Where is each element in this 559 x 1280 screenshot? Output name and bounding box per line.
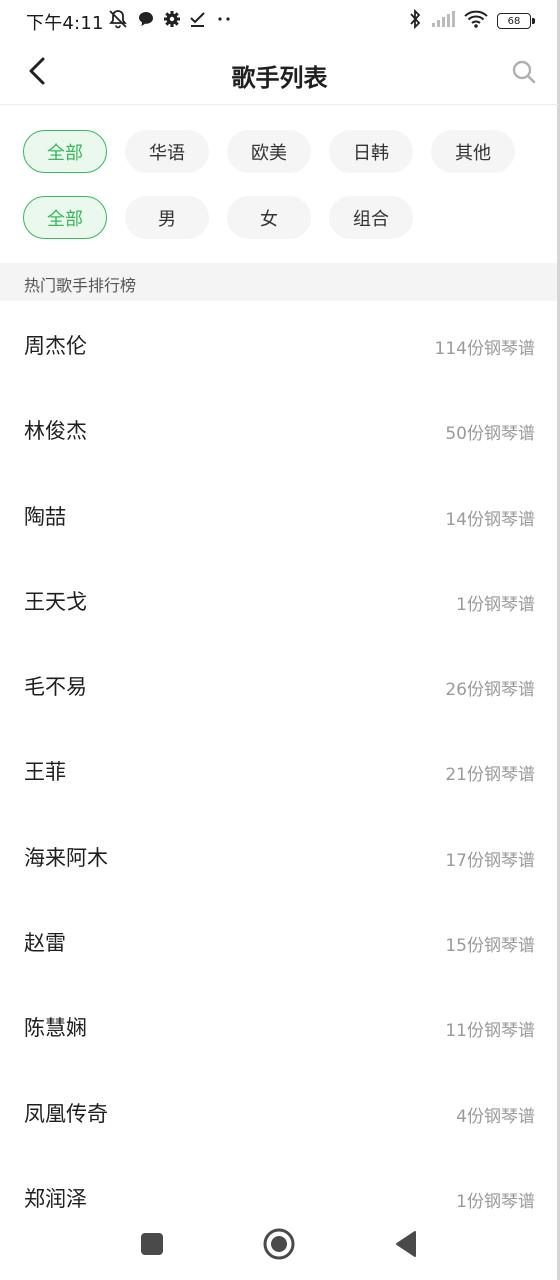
check-icon (189, 10, 207, 32)
search-button[interactable] (511, 59, 539, 87)
artist-name: 毛不易 (24, 675, 87, 700)
signal-icon (431, 10, 455, 32)
score-count: 1份钢琴谱 (456, 594, 535, 615)
system-nav-bar (0, 1212, 557, 1280)
artist-name: 林俊杰 (24, 419, 87, 444)
artist-row[interactable]: 毛不易 26份钢琴谱 (0, 643, 557, 728)
bluetooth-icon (408, 8, 422, 33)
artist-name: 王天戈 (24, 589, 87, 614)
gender-chip-group[interactable]: 组合 (329, 196, 413, 239)
artist-list: 周杰伦 114份钢琴谱 林俊杰 50份钢琴谱 陶喆 14份钢琴谱 王天戈 1份钢… (0, 302, 557, 1240)
artist-name: 赵雷 (24, 931, 66, 956)
gender-filter: 全部 男 女 组合 (23, 196, 413, 239)
artist-name: 凤凰传奇 (24, 1101, 108, 1126)
artist-name: 王菲 (24, 760, 66, 785)
region-chip-western[interactable]: 欧美 (227, 130, 311, 173)
status-left-icons (107, 9, 233, 33)
artist-row[interactable]: 王天戈 1份钢琴谱 (0, 558, 557, 643)
artist-row[interactable]: 陈慧娴 11份钢琴谱 (0, 984, 557, 1069)
gender-chip-female[interactable]: 女 (227, 196, 311, 239)
score-count: 14份钢琴谱 (445, 509, 535, 530)
artist-row[interactable]: 王菲 21份钢琴谱 (0, 728, 557, 813)
gender-chip-all[interactable]: 全部 (23, 196, 107, 239)
score-count: 11份钢琴谱 (445, 1021, 535, 1042)
score-count: 21份钢琴谱 (445, 765, 535, 786)
artist-row[interactable]: 海来阿木 17份钢琴谱 (0, 814, 557, 899)
gear-icon (163, 10, 181, 32)
artist-name: 陶喆 (24, 504, 66, 529)
status-right-icons: 68 (408, 8, 535, 33)
search-icon (511, 60, 537, 89)
region-chip-chinese[interactable]: 华语 (125, 130, 209, 173)
page-title: 歌手列表 (231, 64, 328, 92)
score-count: 50份钢琴谱 (445, 424, 535, 445)
app-header: 歌手列表 (0, 42, 559, 105)
battery-icon: 68 (497, 13, 535, 29)
region-chip-other[interactable]: 其他 (431, 130, 515, 173)
score-count: 26份钢琴谱 (445, 680, 535, 701)
region-chip-japan-korea[interactable]: 日韩 (329, 130, 413, 173)
artist-name: 陈慧娴 (24, 1016, 87, 1041)
artist-row[interactable]: 陶喆 14份钢琴谱 (0, 473, 557, 558)
bell-off-icon (107, 8, 129, 34)
section-title: 热门歌手排行榜 (24, 276, 137, 295)
score-count: 114份钢琴谱 (434, 339, 535, 359)
region-chip-all[interactable]: 全部 (23, 130, 107, 173)
home-button[interactable] (261, 1228, 297, 1264)
wifi-icon (464, 10, 488, 32)
dots-icon (215, 10, 233, 32)
status-bar: 下午4:11 68 (0, 0, 559, 42)
section-header: 热门歌手排行榜 (0, 263, 557, 301)
artist-name: 郑润泽 (24, 1186, 87, 1211)
score-count: 1份钢琴谱 (456, 1191, 535, 1212)
back-nav-button[interactable] (388, 1228, 424, 1264)
score-count: 17份钢琴谱 (445, 850, 535, 871)
artist-row[interactable]: 赵雷 15份钢琴谱 (0, 899, 557, 984)
gender-chip-male[interactable]: 男 (125, 196, 209, 239)
home-circle-icon (262, 1227, 296, 1265)
chat-bubble-icon (137, 10, 155, 32)
recents-square-icon (140, 1232, 164, 1260)
recents-button[interactable] (134, 1228, 170, 1264)
artist-name: 周杰伦 (24, 334, 87, 358)
artist-row[interactable]: 周杰伦 114份钢琴谱 (0, 302, 557, 387)
artist-name: 海来阿木 (24, 845, 108, 870)
score-count: 15份钢琴谱 (445, 936, 535, 957)
region-filter: 全部 华语 欧美 日韩 其他 (23, 130, 515, 173)
back-triangle-icon (393, 1230, 419, 1262)
artist-row[interactable]: 林俊杰 50份钢琴谱 (0, 387, 557, 472)
artist-row[interactable]: 凤凰传奇 4份钢琴谱 (0, 1070, 557, 1155)
status-time: 下午4:11 (26, 13, 104, 34)
score-count: 4份钢琴谱 (456, 1106, 535, 1127)
